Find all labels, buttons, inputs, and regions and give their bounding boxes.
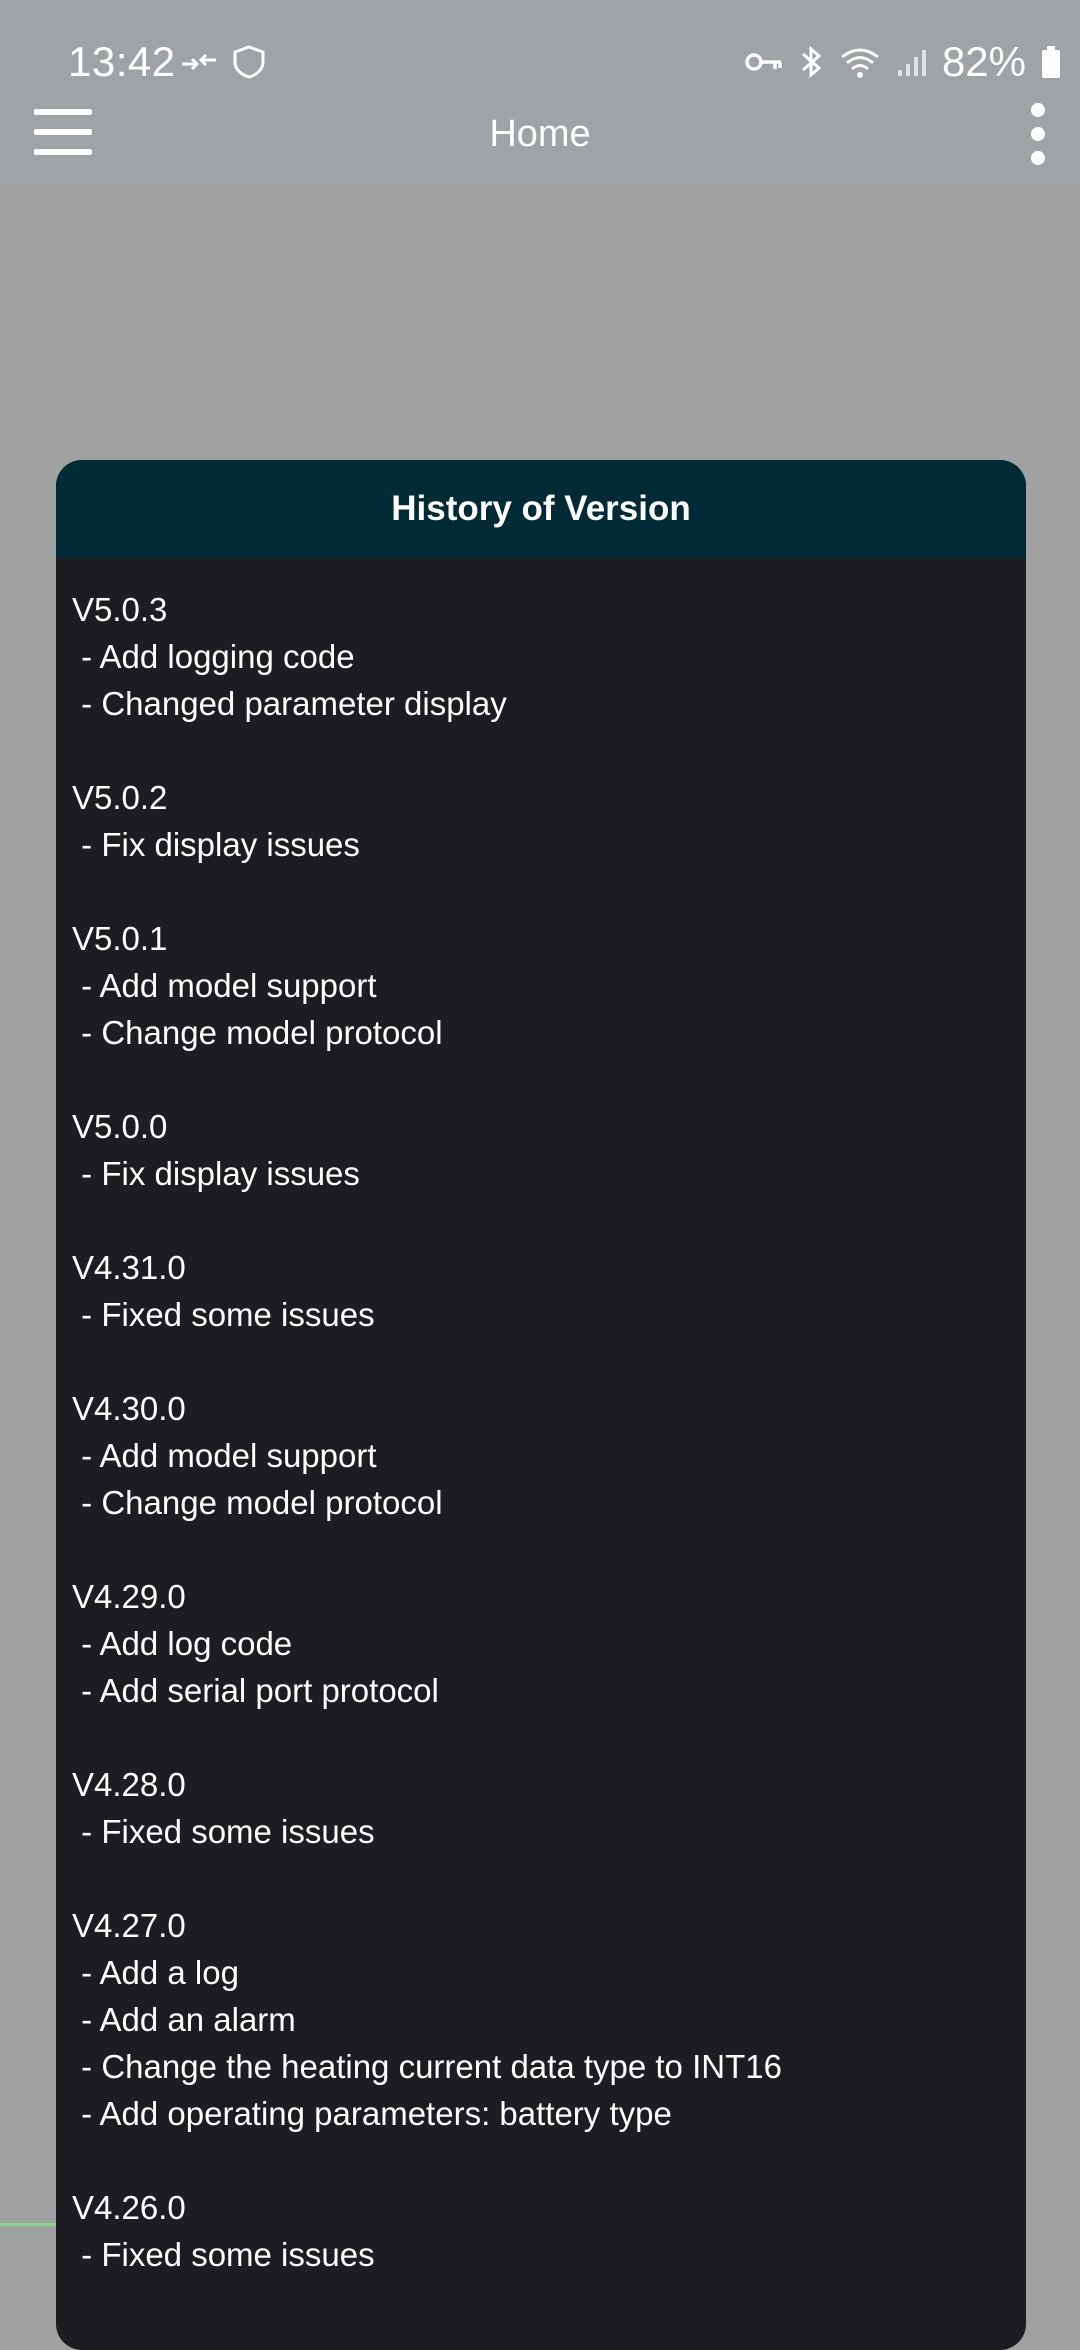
change-item: - Add model support [72, 967, 377, 1004]
change-item: - Add operating parameters: battery type [72, 2095, 672, 2132]
change-item: - Add a log [72, 1954, 239, 1991]
change-item: - Change model protocol [72, 1484, 443, 1521]
status-left-icons [180, 44, 266, 80]
version-entry: V5.0.1 - Add model support - Change mode… [72, 915, 1010, 1056]
version-number: V5.0.3 [72, 591, 168, 628]
background-accent-line [0, 2223, 56, 2226]
status-time: 13:42 [68, 38, 176, 85]
version-number: V4.27.0 [72, 1907, 186, 1944]
version-entry: V5.0.0 - Fix display issues [72, 1103, 1010, 1197]
app-title: Home [489, 113, 591, 155]
dialog-title: History of Version [56, 460, 1026, 558]
version-entry: V5.0.3 - Add logging code - Changed para… [72, 586, 1010, 727]
version-entry: V4.30.0 - Add model support - Change mod… [72, 1385, 1010, 1526]
key-icon [745, 53, 782, 71]
status-right-icons: 82% [744, 38, 1062, 86]
version-number: V4.28.0 [72, 1766, 186, 1803]
version-history-dialog: History of Version V5.0.3 - Add logging … [56, 460, 1026, 2350]
arrows-icon [182, 53, 216, 71]
bluetooth-icon [801, 45, 822, 79]
shield-icon [233, 45, 265, 79]
change-item: - Add an alarm [72, 2001, 296, 2038]
battery-icon [1042, 46, 1060, 78]
change-item: - Add log code [72, 1625, 293, 1662]
version-list[interactable]: V5.0.3 - Add logging code - Changed para… [56, 558, 1026, 2278]
change-item: - Fixed some issues [72, 1813, 375, 1850]
version-number: V4.29.0 [72, 1578, 186, 1615]
change-item: - Fixed some issues [72, 2236, 375, 2273]
version-number: V4.26.0 [72, 2189, 186, 2226]
more-vert-icon[interactable] [1028, 103, 1048, 165]
version-number: V4.31.0 [72, 1249, 186, 1286]
version-entry: V4.29.0 - Add log code - Add serial port… [72, 1573, 1010, 1714]
version-entry: V4.28.0 - Fixed some issues [72, 1761, 1010, 1855]
app-bar: Home [0, 95, 1080, 185]
version-number: V5.0.2 [72, 779, 168, 816]
version-entry: V4.26.0 - Fixed some issues [72, 2184, 1010, 2278]
battery-percent: 82% [941, 38, 1026, 85]
change-item: - Add logging code [72, 638, 355, 675]
change-item: - Add serial port protocol [72, 1672, 439, 1709]
change-item: - Change model protocol [72, 1014, 443, 1051]
version-number: V5.0.0 [72, 1108, 168, 1145]
version-entry: V4.27.0 - Add a log - Add an alarm - Cha… [72, 1902, 1010, 2137]
change-item: - Fixed some issues [72, 1296, 375, 1333]
signal-icon [897, 50, 926, 76]
change-item: - Change the heating current data type t… [72, 2048, 782, 2085]
version-entry: V5.0.2 - Fix display issues [72, 774, 1010, 868]
version-entry: V4.31.0 - Fixed some issues [72, 1244, 1010, 1338]
change-item: - Changed parameter display [72, 685, 507, 722]
version-number: V5.0.1 [72, 920, 168, 957]
wifi-icon [841, 48, 879, 78]
change-item: - Fix display issues [72, 826, 360, 863]
version-number: V4.30.0 [72, 1390, 186, 1427]
change-item: - Add model support [72, 1437, 377, 1474]
change-item: - Fix display issues [72, 1155, 360, 1192]
